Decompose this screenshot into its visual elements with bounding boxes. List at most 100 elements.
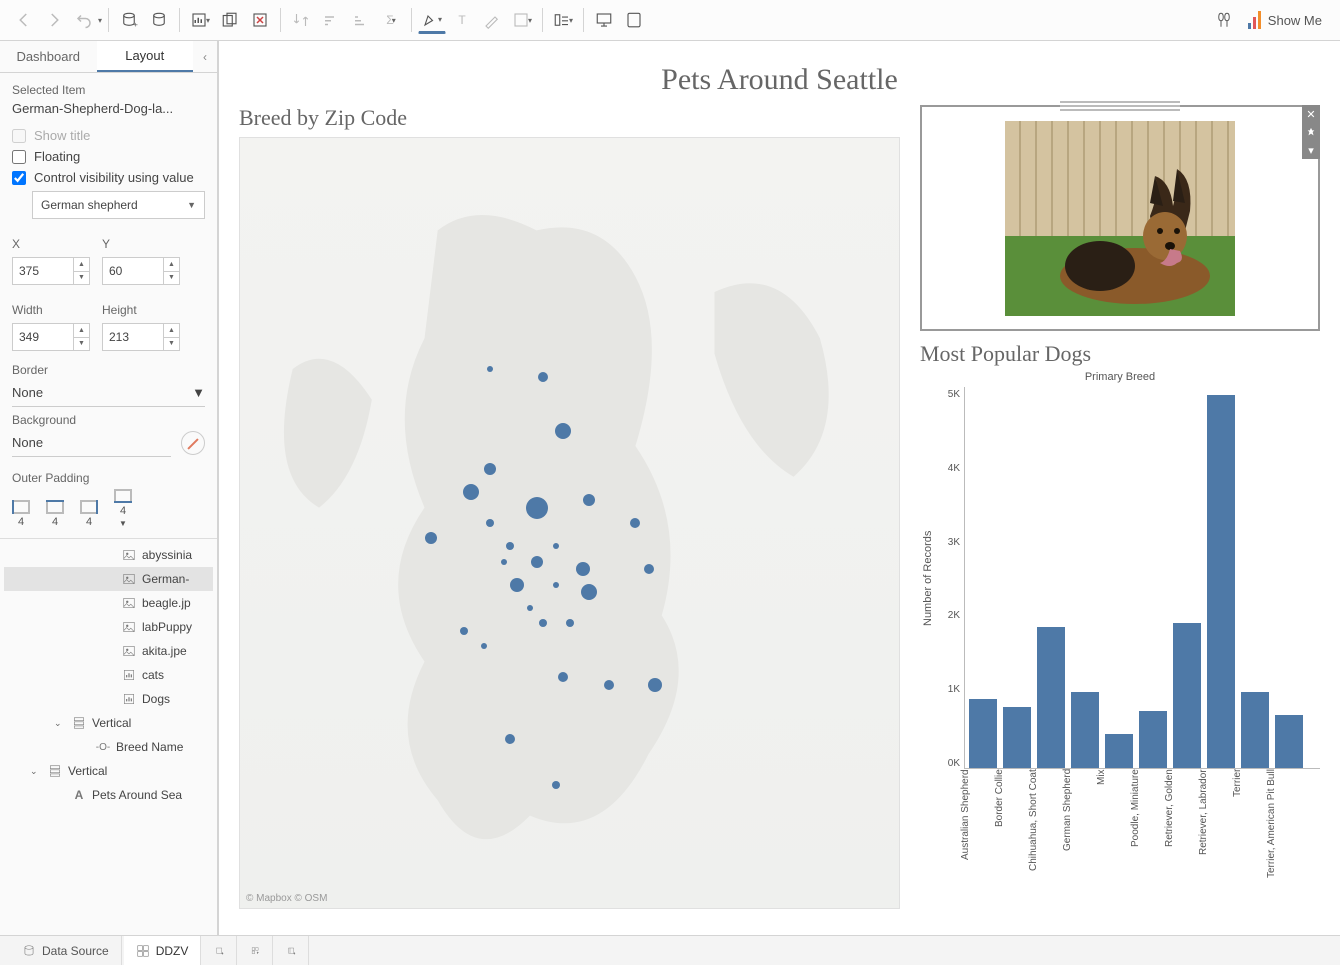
map-point[interactable] [604, 680, 614, 690]
map-point[interactable] [553, 582, 559, 588]
x-tick-label: Terrier [1232, 769, 1266, 909]
find-button[interactable] [1210, 6, 1238, 34]
tree-item[interactable]: akita.jpe [4, 639, 213, 663]
x-tick-label: German Shepherd [1062, 769, 1096, 909]
bar[interactable] [1241, 692, 1269, 768]
map-point[interactable] [481, 643, 487, 649]
bar[interactable] [1275, 715, 1303, 768]
map-point[interactable] [505, 734, 515, 744]
border-dropdown[interactable]: None▼ [12, 379, 205, 407]
chart-x-title: Primary Breed [920, 371, 1320, 383]
selected-item-label: Selected Item [12, 83, 205, 97]
tree-item[interactable]: ⌄Vertical [4, 759, 213, 783]
device-preview-button[interactable] [620, 6, 648, 34]
presentation-button[interactable] [590, 6, 618, 34]
tree-item[interactable]: beagle.jp [4, 591, 213, 615]
tab-dashboard[interactable]: Dashboard [0, 41, 97, 72]
data-source-tab[interactable]: Data Source [10, 936, 122, 965]
fit-button[interactable]: ▾ [508, 6, 536, 34]
map-point[interactable] [460, 627, 468, 635]
map-point[interactable] [510, 578, 524, 592]
swap-button[interactable] [287, 6, 315, 34]
totals-button[interactable]: Σ▾ [377, 6, 405, 34]
map-point[interactable] [555, 423, 571, 439]
image-object-selected[interactable]: ✕ ▾ [920, 105, 1320, 331]
show-me-button[interactable]: Show Me [1240, 7, 1330, 33]
map-point[interactable] [531, 556, 543, 568]
visibility-value-dropdown[interactable]: German shepherd▼ [32, 191, 205, 219]
labels-button[interactable]: T [448, 6, 476, 34]
bar[interactable] [1071, 692, 1099, 768]
map-point[interactable] [538, 372, 548, 382]
new-worksheet-button[interactable]: + [203, 936, 237, 965]
pin-button[interactable] [1302, 123, 1320, 141]
x-tick-label: Poodle, Miniature [1130, 769, 1164, 909]
tree-item[interactable]: labPuppy [4, 615, 213, 639]
selected-item-value: German-Shepherd-Dog-la... [12, 101, 205, 116]
floating-checkbox[interactable]: Floating [12, 149, 205, 164]
undo-button[interactable] [70, 6, 98, 34]
new-sheet-button[interactable]: ▾ [186, 6, 214, 34]
tree-item[interactable]: cats [4, 663, 213, 687]
tree-item[interactable]: -O-Breed Name [4, 735, 213, 759]
sheet-tabs-bar: Data Source DDZV + + + [0, 935, 1340, 965]
map-point[interactable] [558, 672, 568, 682]
back-button[interactable] [10, 6, 38, 34]
map-point[interactable] [527, 605, 533, 611]
tree-item[interactable]: Dogs [4, 687, 213, 711]
show-title-checkbox[interactable]: Show title [12, 128, 205, 143]
clear-sheet-button[interactable] [246, 6, 274, 34]
background-dropdown[interactable]: None [12, 429, 171, 457]
new-dashboard-button[interactable]: + [239, 936, 273, 965]
new-story-button[interactable]: + [275, 936, 309, 965]
svg-text:+: + [134, 20, 139, 29]
show-cards-button[interactable]: ▾ [549, 6, 577, 34]
svg-text:+: + [257, 950, 260, 955]
bar[interactable] [1173, 623, 1201, 768]
tree-item[interactable]: ⌄Vertical [4, 711, 213, 735]
map-point[interactable] [566, 619, 574, 627]
forward-button[interactable] [40, 6, 68, 34]
bar[interactable] [1003, 707, 1031, 768]
remove-button[interactable]: ✕ [1302, 105, 1320, 123]
item-hierarchy-tree[interactable]: abyssiniaGerman-beagle.jplabPuppyakita.j… [0, 538, 217, 935]
format-button[interactable] [478, 6, 506, 34]
x-input[interactable]: ▲▼ [12, 257, 90, 285]
map-point[interactable] [644, 564, 654, 574]
sort-asc-button[interactable] [317, 6, 345, 34]
chart-y-label: Number of Records [920, 387, 936, 769]
height-input[interactable]: ▲▼ [102, 323, 180, 351]
bar[interactable] [1037, 627, 1065, 768]
tree-item[interactable]: German- [4, 567, 213, 591]
map-point[interactable] [526, 497, 548, 519]
tree-item[interactable]: APets Around Sea [4, 783, 213, 807]
map-point[interactable] [463, 484, 479, 500]
sort-desc-button[interactable] [347, 6, 375, 34]
show-me-label: Show Me [1268, 13, 1322, 28]
dashboard-canvas[interactable]: Pets Around Seattle Breed by Zip Code © … [218, 41, 1340, 935]
highlight-button[interactable]: ▾ [418, 6, 446, 34]
outer-padding-controls[interactable]: 4 4 4 4▼ [12, 489, 205, 528]
map-point[interactable] [501, 559, 507, 565]
visibility-checkbox[interactable]: Control visibility using value [12, 170, 205, 185]
bar[interactable] [1105, 734, 1133, 768]
width-input[interactable]: ▲▼ [12, 323, 90, 351]
bar-chart[interactable] [964, 387, 1320, 769]
map-viz[interactable]: © Mapbox © OSM [239, 137, 900, 909]
bar[interactable] [1139, 711, 1167, 768]
y-input[interactable]: ▲▼ [102, 257, 180, 285]
collapse-panel-button[interactable]: ‹ [193, 41, 217, 72]
tree-item[interactable]: abyssinia [4, 543, 213, 567]
tab-layout[interactable]: Layout [97, 41, 194, 72]
new-data-button[interactable]: + [115, 6, 143, 34]
map-point[interactable] [576, 562, 590, 576]
bar[interactable] [969, 699, 997, 768]
duplicate-button[interactable] [216, 6, 244, 34]
background-none-icon[interactable] [181, 431, 205, 455]
more-button[interactable]: ▾ [1302, 141, 1320, 159]
sheet-tab-active[interactable]: DDZV [124, 936, 202, 965]
bar[interactable] [1207, 395, 1235, 768]
save-button[interactable] [145, 6, 173, 34]
map-point[interactable] [648, 678, 662, 692]
drag-handle[interactable] [1060, 101, 1180, 111]
